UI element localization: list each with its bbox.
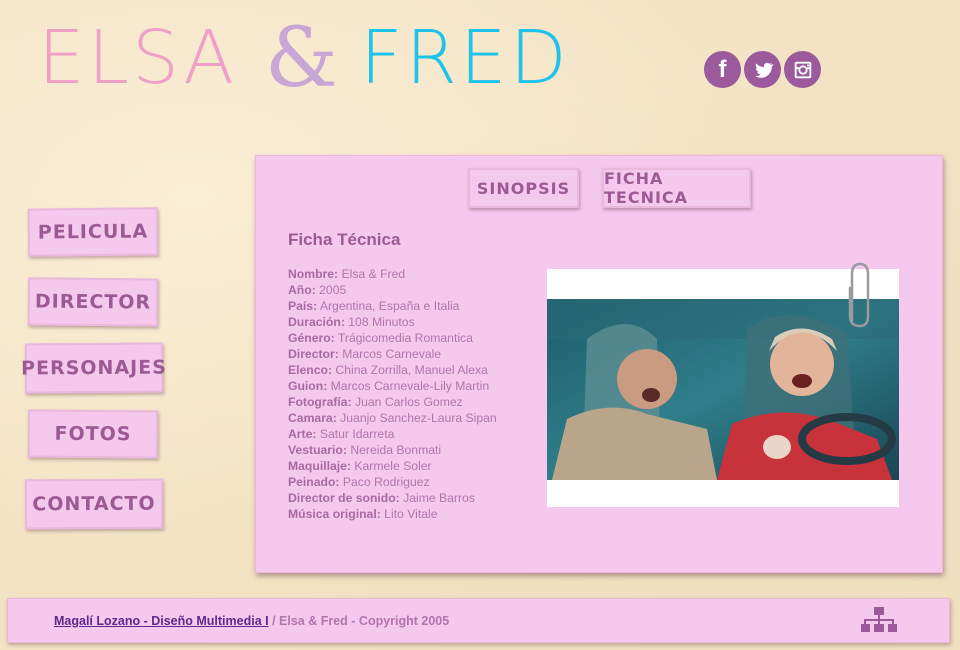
tab-sinopsis[interactable]: SINOPSIS xyxy=(468,168,579,208)
detail-label: Fotografía: xyxy=(288,395,352,409)
detail-value: Paco Rodriguez xyxy=(342,475,430,489)
detail-row-duracion: Duración: 108 Minutos xyxy=(288,314,558,330)
logo-ampersand: & xyxy=(264,10,338,106)
detail-row-vestuario: Vestuario: Nereida Bonmati xyxy=(288,442,558,458)
detail-label: Peinado: xyxy=(288,475,340,489)
detail-value: Trágicomedia Romantica xyxy=(337,331,473,345)
nav-personajes-button[interactable]: PERSONAJES xyxy=(21,342,167,394)
detail-value: 2005 xyxy=(319,283,347,297)
facebook-glyph: f xyxy=(718,55,727,83)
detail-label: Director de sonido: xyxy=(288,491,400,505)
detail-row-anio: Año: 2005 xyxy=(288,282,558,298)
detail-row-genero: Género: Trágicomedia Romantica xyxy=(288,330,558,346)
detail-value: Marcos Carnevale xyxy=(342,347,442,361)
instagram-icon[interactable] xyxy=(784,51,821,88)
nav-director-button[interactable]: DIRECTOR xyxy=(27,277,159,327)
detail-value: Juanjo Sanchez-Laura Sipan xyxy=(340,411,497,425)
facebook-icon[interactable]: f xyxy=(704,51,741,88)
detail-row-nombre: Nombre: Elsa & Fred xyxy=(288,266,558,282)
detail-row-sonido: Director de sonido: Jaime Barros xyxy=(288,490,558,506)
sitemap-icon[interactable] xyxy=(861,607,897,633)
social-links: f xyxy=(704,51,821,88)
detail-value: Jaime Barros xyxy=(403,491,475,505)
detail-value: Elsa & Fred xyxy=(341,267,406,281)
nav-pelicula-button[interactable]: PELICULA xyxy=(27,207,159,257)
detail-label: Guion: xyxy=(288,379,328,393)
detail-label: País: xyxy=(288,299,318,313)
detail-label: Duración: xyxy=(288,315,345,329)
detail-row-arte: Arte: Satur Idarreta xyxy=(288,426,558,442)
detail-label: Vestuario: xyxy=(288,443,347,457)
tab-ficha-tecnica[interactable]: FICHA TECNICA xyxy=(602,168,751,208)
detail-row-camara: Camara: Juanjo Sanchez-Laura Sipan xyxy=(288,410,558,426)
twitter-bird-shape xyxy=(754,62,774,78)
instagram-camera-shape xyxy=(794,61,811,78)
nav-fotos-button[interactable]: FOTOS xyxy=(27,409,159,459)
detail-label: Música original: xyxy=(288,507,381,521)
detail-value: Lito Vitale xyxy=(384,507,438,521)
content-panel: SINOPSIS FICHA TECNICA Ficha Técnica Nom… xyxy=(255,155,943,573)
detail-value: 108 Minutos xyxy=(348,315,415,329)
author-link[interactable]: Magalí Lozano - Diseño Multimedia I xyxy=(54,614,269,628)
detail-value: Marcos Carnevale-Lily Martin xyxy=(330,379,490,393)
detail-label: Arte: xyxy=(288,427,317,441)
site-logo[interactable]: ELSA & FRED xyxy=(38,8,570,108)
detail-value: China Zorrilla, Manuel Alexa xyxy=(335,363,488,377)
detail-value: Karmele Soler xyxy=(354,459,432,473)
detail-label: Nombre: xyxy=(288,267,339,281)
logo-elsa: ELSA xyxy=(38,15,237,101)
detail-label: Maquillaje: xyxy=(288,459,351,473)
detail-label: Elenco: xyxy=(288,363,333,377)
logo-fred: FRED xyxy=(359,15,570,101)
detail-value: Argentina, España e Italia xyxy=(319,299,460,313)
detail-row-pais: País: Argentina, España e Italia xyxy=(288,298,558,314)
ficha-title: Ficha Técnica xyxy=(288,230,401,249)
detail-value: Juan Carlos Gomez xyxy=(355,395,463,409)
nav-contacto-button[interactable]: CONTACTO xyxy=(24,478,164,530)
footer: Magalí Lozano - Diseño Multimedia I / El… xyxy=(7,598,950,643)
detail-row-guion: Guion: Marcos Carnevale-Lily Martin xyxy=(288,378,558,394)
twitter-icon[interactable] xyxy=(744,51,781,88)
footer-credit: Magalí Lozano - Diseño Multimedia I / El… xyxy=(54,614,449,628)
paperclip-icon xyxy=(848,262,870,328)
detail-label: Director: xyxy=(288,347,339,361)
detail-label: Año: xyxy=(288,283,316,297)
detail-value: Satur Idarreta xyxy=(319,427,395,441)
detail-value: Nereida Bonmati xyxy=(350,443,442,457)
copyright-text: / Elsa & Fred - Copyright 2005 xyxy=(268,614,450,628)
ficha-details: Nombre: Elsa & Fred Año: 2005 País: Arge… xyxy=(288,266,558,522)
detail-row-director: Director: Marcos Carnevale xyxy=(288,346,558,362)
detail-label: Camara: xyxy=(288,411,337,425)
detail-row-peinado: Peinado: Paco Rodriguez xyxy=(288,474,558,490)
detail-label: Género: xyxy=(288,331,335,345)
detail-row-elenco: Elenco: China Zorrilla, Manuel Alexa xyxy=(288,362,558,378)
detail-row-fotografia: Fotografía: Juan Carlos Gomez xyxy=(288,394,558,410)
detail-row-musica: Música original: Lito Vitale xyxy=(288,506,558,522)
detail-row-maquillaje: Maquillaje: Karmele Soler xyxy=(288,458,558,474)
